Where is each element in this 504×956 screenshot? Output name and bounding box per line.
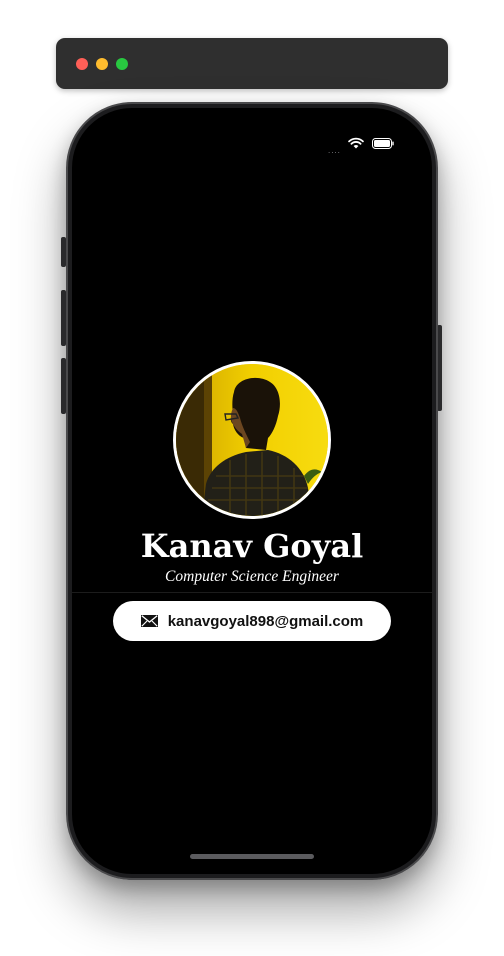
window-title-bar	[56, 38, 448, 89]
battery-icon	[372, 138, 394, 149]
cellular-signal-indicator: ....	[328, 146, 341, 155]
section-divider	[72, 592, 432, 593]
profile-photo	[176, 364, 328, 516]
profile-title: Computer Science Engineer	[165, 568, 339, 585]
wifi-icon	[348, 137, 364, 149]
phone-screen: .... Kanav Goyal Computer Science Engine…	[72, 108, 432, 874]
profile-avatar	[173, 361, 331, 519]
app-stage: .... Kanav Goyal Computer Science Engine…	[0, 0, 504, 956]
email-address: kanavgoyal898@gmail.com	[167, 612, 364, 630]
minimize-window-button[interactable]	[96, 58, 108, 70]
profile-name: Kanav Goyal	[140, 527, 364, 565]
mail-icon	[140, 615, 158, 627]
email-button[interactable]: kanavgoyal898@gmail.com	[113, 601, 391, 641]
close-window-button[interactable]	[76, 58, 88, 70]
zoom-window-button[interactable]	[116, 58, 128, 70]
home-indicator[interactable]	[190, 854, 314, 859]
